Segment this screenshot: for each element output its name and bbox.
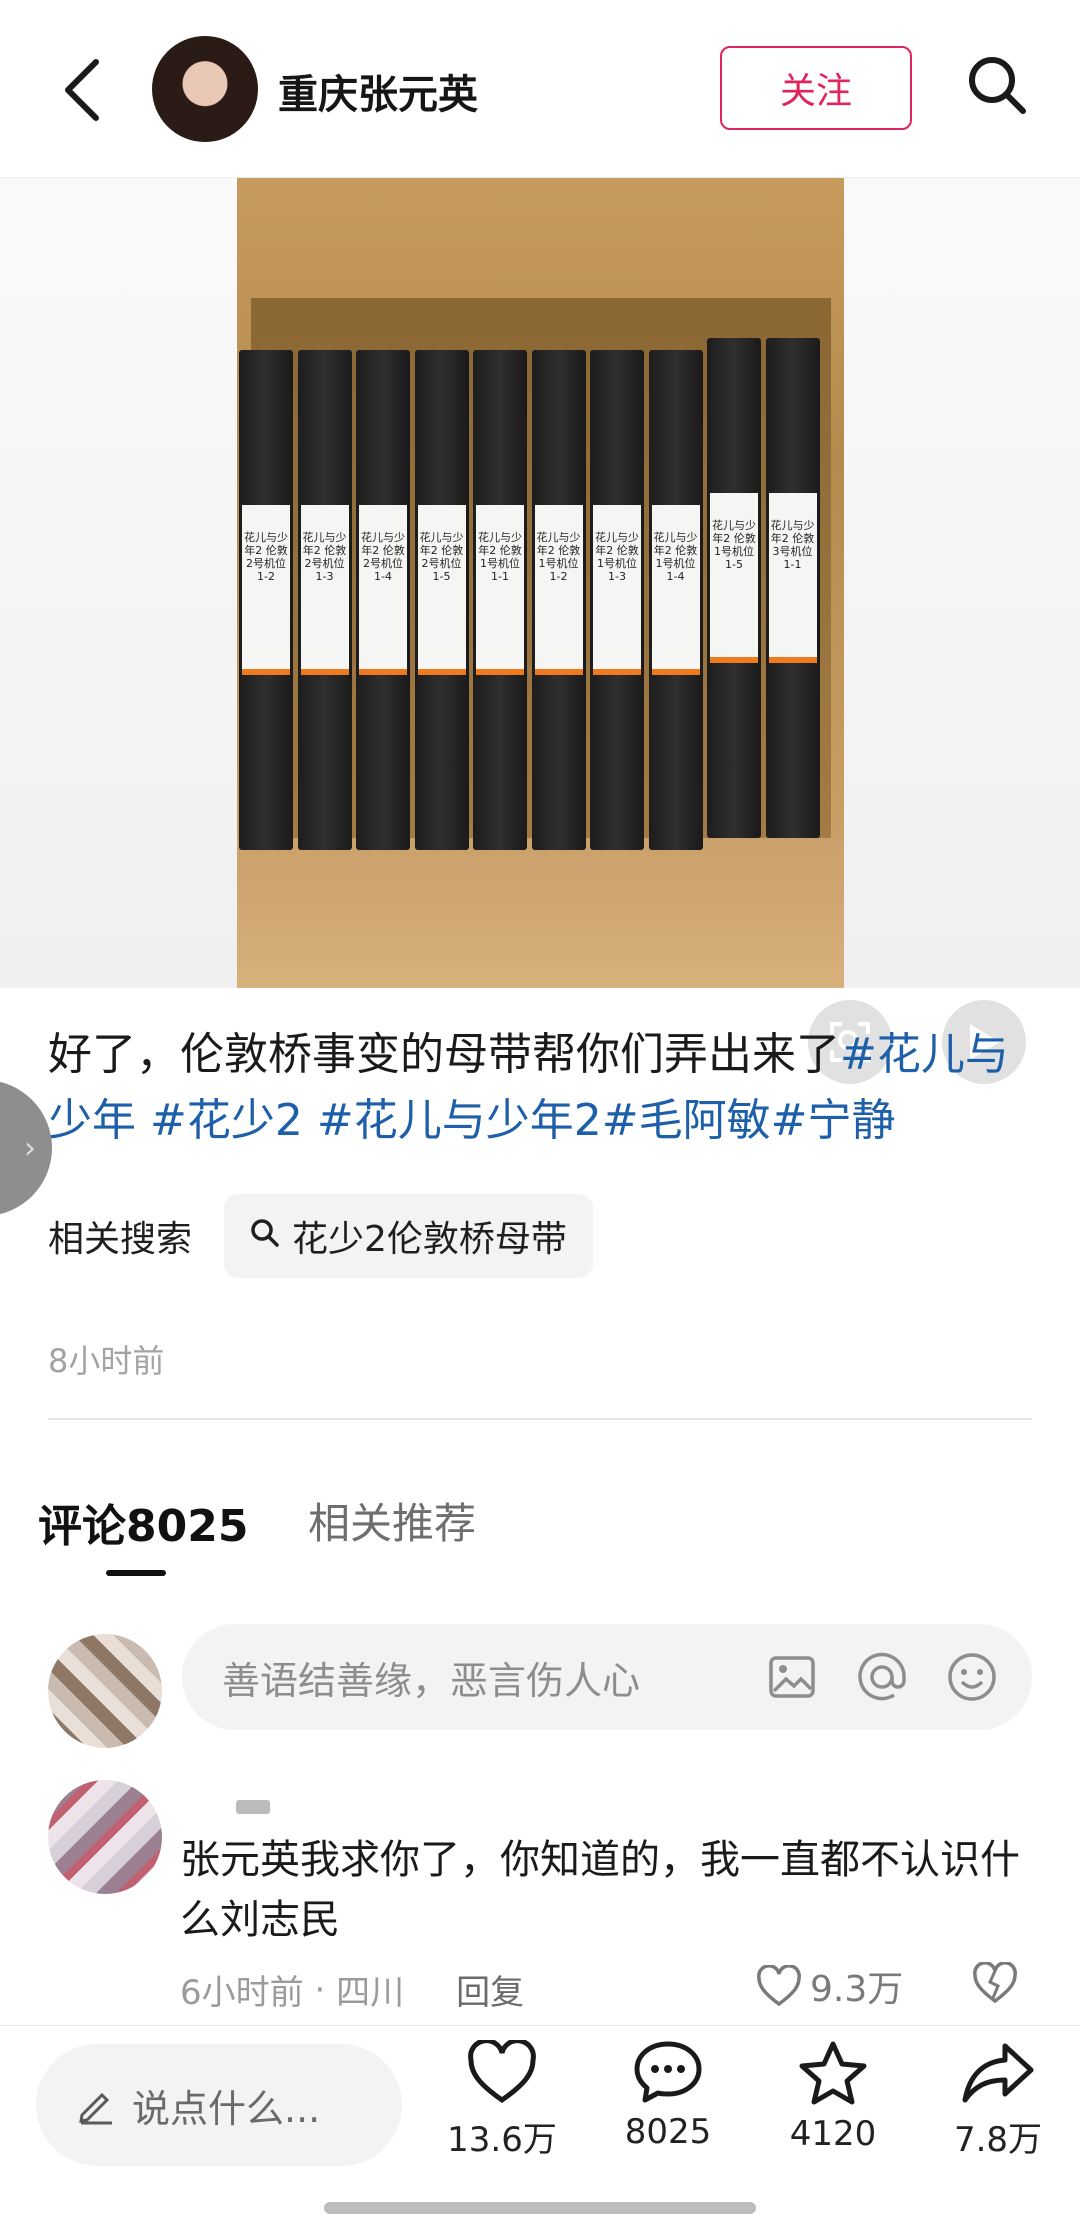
comment-meta: 6小时前 · 四川 回复 bbox=[180, 1965, 524, 2014]
like-button[interactable]: 13.6万 bbox=[432, 2040, 572, 2161]
tape-label: 花儿与少年2 伦敦 1号机位 1-3 bbox=[593, 505, 641, 675]
tape-label: 花儿与少年2 伦敦 2号机位 1-2 bbox=[242, 505, 290, 675]
comment-text: 张元英我求你了，你知道的，我一直都不认识什么刘志民 bbox=[180, 1837, 1020, 1943]
comment-input[interactable]: 善语结善缘，恶言伤人心 bbox=[182, 1624, 1032, 1730]
home-indicator bbox=[324, 2202, 756, 2214]
follow-button[interactable]: 关注 bbox=[720, 46, 912, 130]
tape-cassette: 花儿与少年2 伦敦 3号机位 1-1 bbox=[765, 338, 820, 838]
tape-label: 花儿与少年2 伦敦 2号机位 1-4 bbox=[359, 505, 407, 675]
tape-label: 花儿与少年2 伦敦 3号机位 1-1 bbox=[768, 493, 817, 663]
tape-cassette: 花儿与少年2 伦敦 2号机位 1-4 bbox=[356, 350, 410, 850]
hashtag[interactable]: #花少2 bbox=[150, 1095, 303, 1146]
pencil-icon bbox=[79, 2092, 112, 2125]
tab-related[interactable]: 相关推荐 bbox=[308, 1490, 476, 1551]
post-media[interactable]: 花儿与少年2 伦敦 2号机位 1-2 花儿与少年2 伦敦 2号机位 1-3 花儿与少… bbox=[0, 178, 1080, 1146]
hashtag[interactable]: #花儿与少年2 bbox=[317, 1095, 602, 1146]
emoji-icon[interactable] bbox=[942, 1647, 1002, 1707]
tape-cassette: 花儿与少年2 伦敦 1号机位 1-2 bbox=[531, 350, 586, 850]
comment-like-button[interactable]: 9.3万 bbox=[756, 1960, 903, 2012]
say-something-placeholder: 说点什么... bbox=[132, 2086, 321, 2131]
broken-heart-icon[interactable] bbox=[972, 1961, 1018, 2008]
tape-cassette: 花儿与少年2 伦敦 2号机位 1-3 bbox=[297, 350, 352, 850]
post-photo[interactable]: 花儿与少年2 伦敦 2号机位 1-2 花儿与少年2 伦敦 2号机位 1-3 花儿与少… bbox=[237, 178, 844, 988]
heart-icon bbox=[468, 2040, 536, 2104]
tape-cassette: 花儿与少年2 伦敦 1号机位 1-5 bbox=[707, 338, 761, 838]
share-icon bbox=[962, 2043, 1034, 2103]
hashtag[interactable]: #宁静 bbox=[771, 1095, 896, 1146]
favorite-count: 4120 bbox=[789, 2114, 877, 2154]
caption-text: 好了，伦敦桥事变的母带帮你们弄出来了 bbox=[48, 1029, 840, 1080]
author-name[interactable]: 重庆张元英 bbox=[278, 62, 478, 120]
tape-label: 花儿与少年2 伦敦 1号机位 1-5 bbox=[710, 493, 758, 663]
chevron-right-icon: › bbox=[24, 1130, 36, 1166]
tape-cassette: 花儿与少年2 伦敦 1号机位 1-3 bbox=[590, 350, 644, 850]
comment-button[interactable]: 8025 bbox=[598, 2040, 738, 2152]
tape-row: 花儿与少年2 伦敦 2号机位 1-2 花儿与少年2 伦敦 2号机位 1-3 花儿与少… bbox=[237, 338, 844, 850]
search-icon bbox=[250, 1216, 280, 1257]
my-avatar bbox=[48, 1634, 162, 1748]
top-bar: 重庆张元英 关注 bbox=[0, 0, 1080, 178]
comment-icon bbox=[634, 2041, 702, 2103]
tape-cassette: 花儿与少年2 伦敦 2号机位 1-5 bbox=[414, 350, 469, 850]
comment-like-count: 9.3万 bbox=[810, 1969, 904, 2010]
author-avatar[interactable] bbox=[152, 36, 258, 142]
box-floor bbox=[237, 838, 844, 988]
tab-comments[interactable]: 评论8025 bbox=[38, 1490, 248, 1554]
meta-separator: · bbox=[303, 1969, 337, 2010]
share-button[interactable]: 7.8万 bbox=[928, 2040, 1068, 2161]
post-time: 8小时前 bbox=[48, 1342, 165, 1380]
image-icon[interactable] bbox=[762, 1647, 822, 1707]
tape-cassette: 花儿与少年2 伦敦 1号机位 1-1 bbox=[473, 350, 527, 850]
side-drawer-handle[interactable]: › bbox=[0, 1080, 52, 1216]
search-icon[interactable] bbox=[960, 48, 1034, 122]
related-search-label: 相关搜索 bbox=[48, 1219, 193, 1260]
heart-icon bbox=[757, 1965, 801, 2007]
mention-icon[interactable] bbox=[852, 1647, 912, 1707]
related-search-query: 花少2伦敦桥母带 bbox=[292, 1219, 567, 1260]
tape-label: 花儿与少年2 伦敦 1号机位 1-2 bbox=[534, 505, 583, 675]
back-icon[interactable] bbox=[52, 50, 112, 130]
reply-button[interactable]: 回复 bbox=[456, 1965, 524, 2014]
divider bbox=[48, 1418, 1032, 1420]
comment-time: 6小时前 bbox=[180, 1973, 304, 2013]
commenter-avatar[interactable] bbox=[48, 1780, 162, 1894]
related-search-chip[interactable]: 花少2伦敦桥母带 bbox=[224, 1194, 593, 1278]
tape-label: 花儿与少年2 伦敦 1号机位 1-4 bbox=[651, 505, 700, 675]
comment-input-placeholder: 善语结善缘，恶言伤人心 bbox=[222, 1658, 641, 1703]
share-count: 7.8万 bbox=[953, 2120, 1043, 2160]
comment-count: 8025 bbox=[624, 2112, 712, 2152]
say-something-input[interactable]: 说点什么... bbox=[36, 2044, 402, 2166]
post-caption: 好了，伦敦桥事变的母带帮你们弄出来了#花儿与少年 #花少2 #花儿与少年2#毛阿… bbox=[48, 1022, 1048, 1154]
favorite-button[interactable]: 4120 bbox=[763, 2040, 903, 2154]
like-count: 13.6万 bbox=[447, 2120, 557, 2160]
related-search: 相关搜索 花少2伦敦桥母带 bbox=[48, 1194, 593, 1278]
tape-cassette: 花儿与少年2 伦敦 2号机位 1-2 bbox=[239, 350, 293, 850]
commenter-name[interactable] bbox=[236, 1800, 270, 1814]
hashtag[interactable]: #毛阿敏 bbox=[602, 1095, 771, 1146]
star-icon bbox=[799, 2041, 867, 2105]
tape-label: 花儿与少年2 伦敦 1号机位 1-1 bbox=[476, 505, 524, 675]
comment-location: 四川 bbox=[336, 1973, 405, 2013]
tape-label: 花儿与少年2 伦敦 2号机位 1-3 bbox=[300, 505, 349, 675]
active-tab-indicator bbox=[106, 1570, 166, 1576]
tape-label: 花儿与少年2 伦敦 2号机位 1-5 bbox=[417, 505, 466, 675]
tape-cassette: 花儿与少年2 伦敦 1号机位 1-4 bbox=[648, 350, 703, 850]
